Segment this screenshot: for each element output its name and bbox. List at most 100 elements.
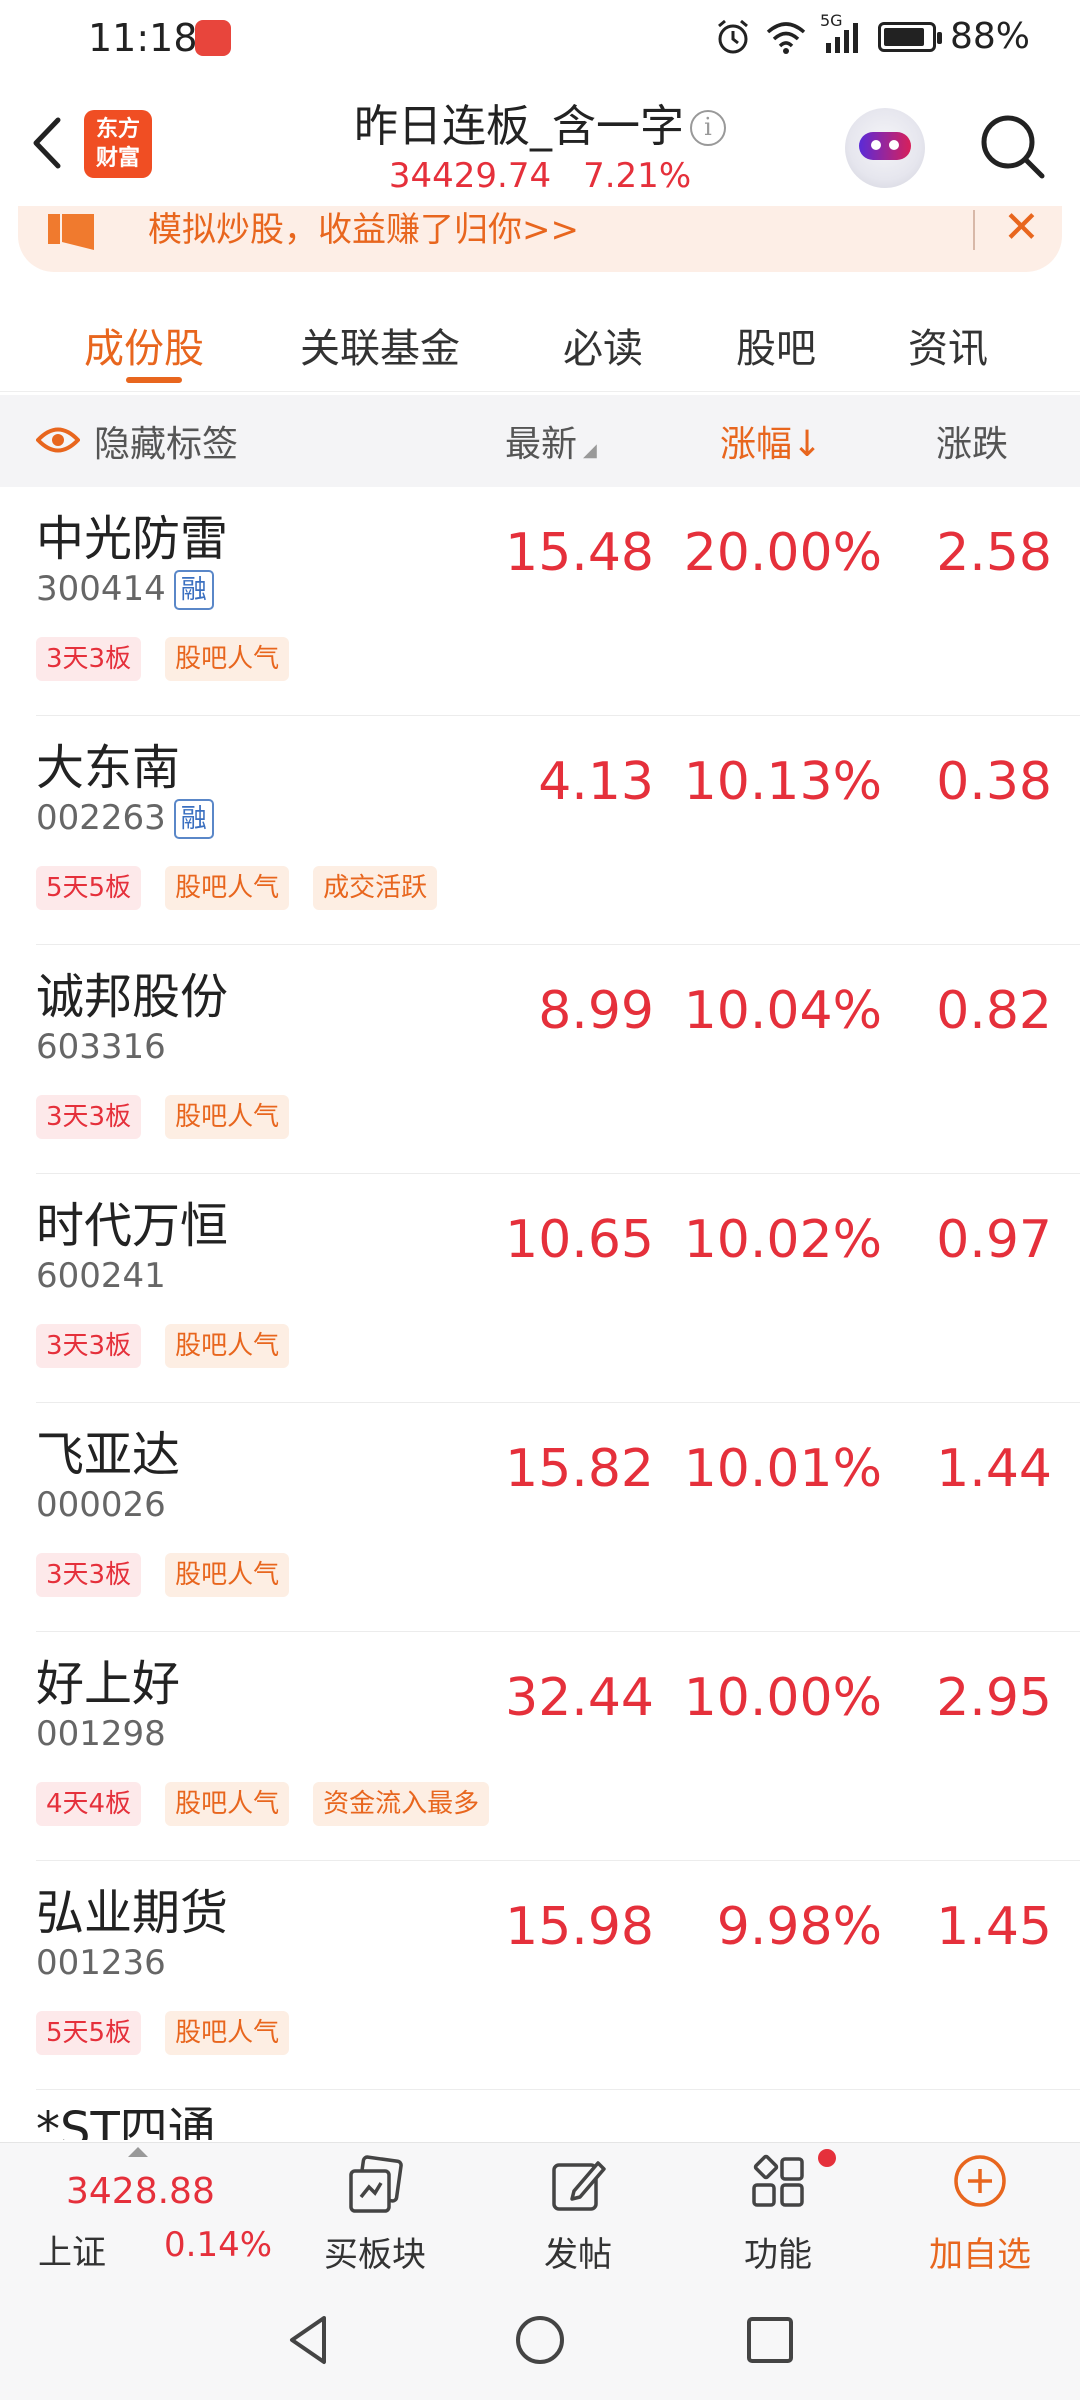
stock-name: 诚邦股份 [36,969,229,1025]
stock-tag: 5天5板 [36,866,142,910]
assistant-robot-avatar[interactable] [845,108,925,188]
banner-divider [973,210,975,250]
stock-code: 600241 [36,1256,166,1296]
stock-tag: 股吧人气 [165,2011,290,2055]
stock-row[interactable]: 大东南 002263 融 5天5板 股吧人气 成交活跃 4.13 10.13% 0.38 [36,716,1080,945]
stock-change-pct: 10.01% [683,1439,882,1499]
stock-name: 弘业期货 [36,1885,229,1941]
search-icon[interactable] [976,110,1048,182]
stock-code-line: 603316 [36,1027,166,1067]
stock-row[interactable]: 诚邦股份 603316 3天3板 股吧人气 8.99 10.04% 0.82 [36,945,1080,1174]
stock-latest-price: 32.44 [505,1668,654,1728]
nav-back-icon[interactable] [280,2310,340,2370]
tab-related-funds[interactable]: 关联基金 [300,316,460,374]
stock-name: 好上好 [36,1656,181,1712]
alarm-icon [718,19,748,53]
stock-row[interactable]: 弘业期货 001236 5天5板 股吧人气 15.98 9.98% 1.45 [36,1861,1080,2090]
hide-tags-toggle[interactable]: 隐藏标签 [94,415,238,467]
tab-must-read[interactable]: 必读 [563,316,643,374]
add-circle-icon [954,2155,1006,2207]
stock-code-line: 001298 [36,1714,166,1754]
battery-icon [877,21,942,52]
eye-icon[interactable] [36,425,80,455]
grid-apps-icon [752,2154,804,2207]
sh-index-value[interactable]: 3428.88 [66,2171,215,2212]
nav-recents-icon[interactable] [740,2310,800,2370]
megaphone-icon [48,214,94,250]
promo-banner[interactable]: 模拟炒股，收益赚了归你>> ✕ [18,204,1062,272]
stock-code: 002263 [36,798,166,838]
tab-news[interactable]: 资讯 [908,316,988,374]
post-label: 发帖 [544,2235,612,2275]
stock-change-pct: 10.02% [683,1210,882,1270]
add-watchlist-label: 加自选 [929,2235,1031,2275]
stock-name: 大东南 [36,740,181,796]
stock-tags: 3天3板 股吧人气 [36,637,290,681]
stock-row[interactable]: 时代万恒 600241 3天3板 股吧人气 10.65 10.02% 0.97 [36,1174,1080,1403]
stock-row[interactable]: 好上好 001298 4天4板 股吧人气 资金流入最多 32.44 10.00% 2.95 [36,1632,1080,1861]
stock-change-amount: 0.38 [936,752,1052,812]
sh-index-pct[interactable]: 0.14% [164,2225,272,2265]
stock-tags: 5天5板 股吧人气 [36,2011,290,2055]
stock-code-line: 300414 融 [36,569,214,610]
stock-tags: 3天3板 股吧人气 [36,1095,290,1139]
stock-code-line: 001236 [36,1943,166,1983]
stock-tag: 股吧人气 [165,1324,290,1368]
sh-index-name[interactable]: 上证 [38,2225,106,2274]
stock-code: 001298 [36,1714,166,1754]
functions-button[interactable]: 功能 [708,2153,848,2276]
stock-code-line: 002263 融 [36,798,214,839]
stock-change-amount: 1.45 [936,1897,1052,1957]
wifi-icon [766,21,806,54]
page-title-text: 昨日连板_含一字 [354,101,684,152]
header-scroll-fade [1020,395,1080,487]
partial-stock-name[interactable]: *ST四通 [36,2090,216,2140]
stock-tag: 股吧人气 [165,1095,290,1139]
stock-tags: 3天3板 股吧人气 [36,1324,290,1368]
stock-tag: 股吧人气 [165,637,290,681]
stock-tags: 3天3板 股吧人气 [36,1553,290,1597]
stock-list: 中光防雷 300414 融 3天3板 股吧人气 15.48 20.00% 2.58 大东南 002… [0,487,1080,2090]
table-header: 隐藏标签 最新 ◢ 涨幅↓ 涨跌 [0,395,1080,487]
bottom-toolbar: 3428.88 上证 0.14% 买板块 发帖 功能 加自选 [0,2142,1080,2282]
notification-dot [818,2149,836,2167]
stock-name: 中光防雷 [36,511,229,567]
column-pct-header[interactable]: 涨幅↓ [720,415,822,467]
stock-change-pct: 10.00% [683,1668,882,1728]
column-latest-header[interactable]: 最新 ◢ [505,415,597,467]
stock-tag: 5天5板 [36,2011,142,2055]
stock-latest-price: 10.65 [505,1210,654,1270]
promo-text[interactable]: 模拟炒股，收益赚了归你>> [148,206,579,254]
stock-latest-price: 15.98 [505,1897,654,1957]
sort-indicator-icon: ◢ [583,440,597,461]
stock-latest-price: 8.99 [538,981,654,1041]
tab-constituents[interactable]: 成份股 [84,316,204,374]
nav-home-icon[interactable] [510,2310,570,2370]
post-button[interactable]: 发帖 [508,2153,648,2276]
buy-sector-button[interactable]: 买板块 [305,2153,445,2276]
stock-tag: 3天3板 [36,1324,142,1368]
battery-percent: 88% [949,16,1030,57]
stock-code: 001236 [36,1943,166,1983]
stock-latest-price: 15.48 [505,523,654,583]
margin-trading-badge: 融 [173,799,214,839]
expand-up-icon[interactable] [128,2147,148,2157]
header-index-pct: 7.21% [583,156,692,196]
close-icon[interactable]: ✕ [1003,204,1040,252]
stock-name: 时代万恒 [36,1198,229,1254]
page-header: 东方 财富 昨日连板_含一字 i 34429.74 7.21% [0,78,1080,208]
functions-label: 功能 [744,2235,812,2275]
stock-change-amount: 0.97 [936,1210,1052,1270]
stock-row[interactable]: 中光防雷 300414 融 3天3板 股吧人气 15.48 20.00% 2.58 [36,487,1080,716]
tab-forum[interactable]: 股吧 [736,316,816,374]
stock-tags: 5天5板 股吧人气 成交活跃 [36,866,438,910]
stock-row[interactable]: 飞亚达 000026 3天3板 股吧人气 15.82 10.01% 1.44 [36,1403,1080,1632]
column-change-header[interactable]: 涨跌 [936,415,1008,467]
stock-tag: 股吧人气 [165,866,290,910]
stock-change-pct: 10.04% [683,981,882,1041]
signal-icon: 5G [820,11,864,55]
stock-latest-price: 15.82 [505,1439,654,1499]
info-icon[interactable]: i [690,110,726,146]
sort-desc-icon: ↓ [792,424,823,465]
add-watchlist-button[interactable]: 加自选 [910,2153,1050,2276]
